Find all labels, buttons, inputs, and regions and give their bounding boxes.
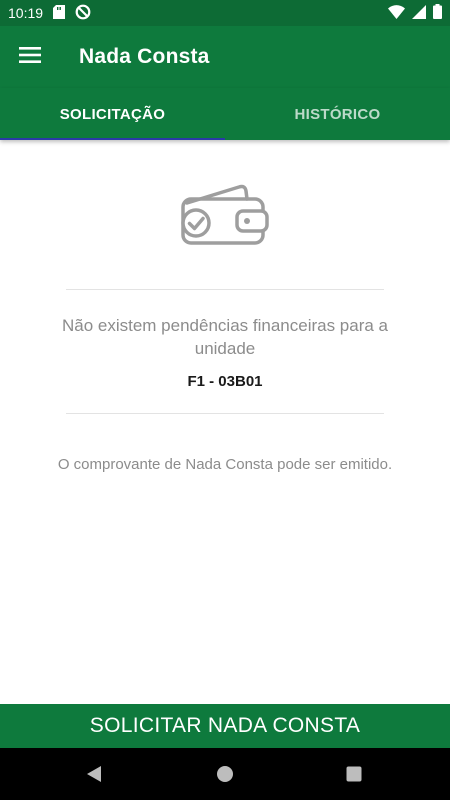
sd-card-icon	[53, 4, 66, 22]
divider-top	[66, 289, 384, 290]
system-nav-bar	[0, 748, 450, 800]
tab-bar: SOLICITAÇÃO HISTÓRICO	[0, 88, 450, 140]
main-content: Não existem pendências financeiras para …	[0, 140, 450, 704]
request-nada-consta-button[interactable]: SOLICITAR NADA CONSTA	[0, 704, 450, 748]
app-bar: Nada Consta	[0, 26, 450, 88]
wifi-icon	[388, 4, 405, 22]
tab-solicitacao[interactable]: SOLICITAÇÃO	[0, 88, 225, 140]
hamburger-menu-icon	[19, 46, 41, 69]
back-icon[interactable]	[74, 748, 114, 800]
recents-icon[interactable]	[334, 748, 374, 800]
status-time: 10:19	[8, 5, 44, 21]
status-bar: 10:19	[0, 0, 450, 26]
page-title: Nada Consta	[79, 45, 210, 68]
home-icon[interactable]	[205, 748, 245, 800]
battery-icon	[433, 4, 442, 22]
signal-icon	[412, 4, 426, 22]
unit-label: F1 - 03B01	[187, 373, 263, 390]
do-not-disturb-icon	[75, 4, 91, 23]
menu-button[interactable]	[0, 26, 60, 88]
wallet-check-icon	[179, 181, 271, 249]
divider-bottom	[66, 413, 384, 414]
no-pending-message: Não existem pendências financeiras para …	[61, 316, 389, 358]
tab-historico[interactable]: HISTÓRICO	[225, 88, 450, 140]
receipt-note: O comprovante de Nada Consta pode ser em…	[57, 456, 393, 473]
